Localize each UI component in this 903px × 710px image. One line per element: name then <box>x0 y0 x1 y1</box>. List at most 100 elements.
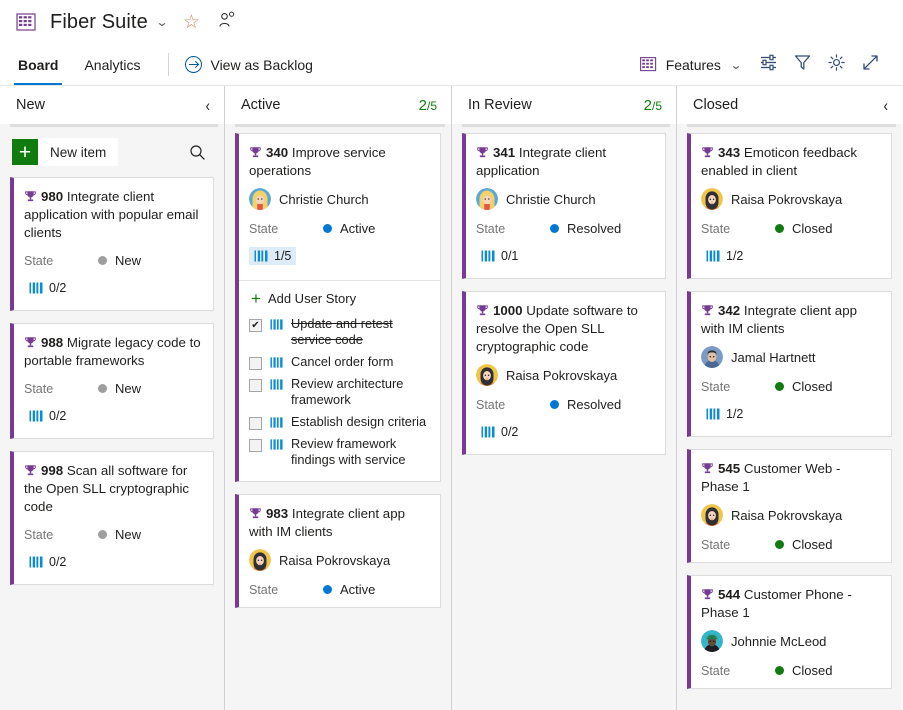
column-title: New <box>16 97 45 113</box>
trophy-icon <box>24 189 37 204</box>
card-title-row: 998 Scan all software for the Open SLL c… <box>24 462 201 516</box>
state-value: Closed <box>792 537 832 552</box>
checklist-checkbox[interactable] <box>249 379 262 392</box>
checklist-checkbox[interactable] <box>249 417 262 430</box>
child-items-badge[interactable]: 1/2 <box>701 247 748 265</box>
tab-analytics-label: Analytics <box>84 57 140 73</box>
column-cards: 340 Improve service operations Christie … <box>225 127 451 710</box>
backlog-level-selector[interactable]: Features ⌄ <box>630 57 751 73</box>
tab-board[interactable]: Board <box>16 44 60 85</box>
trophy-icon <box>701 461 714 476</box>
trophy-icon <box>701 303 714 318</box>
chevron-down-icon[interactable]: ⌄ <box>155 15 168 29</box>
state-value-group: Closed <box>775 221 832 236</box>
avatar <box>701 630 723 652</box>
child-items-badge[interactable]: 0/2 <box>476 423 523 441</box>
checklist-item[interactable]: ✔ Update and retest service code <box>249 313 428 351</box>
card-assignee[interactable]: Jamal Hartnett <box>701 346 879 368</box>
user-story-icon <box>29 281 43 295</box>
board-card[interactable]: 980 Integrate client application with po… <box>10 177 214 311</box>
app-header: Fiber Suite ⌄ ☆ <box>0 0 903 44</box>
state-value: Closed <box>792 663 832 678</box>
card-state-row: State Resolved <box>476 397 653 412</box>
card-assignee[interactable]: Johnnie McLeod <box>701 630 879 652</box>
child-items-badge[interactable]: 1/2 <box>701 405 748 423</box>
card-assignee[interactable]: Raisa Pokrovskaya <box>476 364 653 386</box>
checklist-checkbox[interactable]: ✔ <box>249 319 262 332</box>
state-value: New <box>115 253 141 268</box>
settings-button[interactable] <box>819 48 853 82</box>
add-user-story-button[interactable]: + Add User Story <box>249 281 428 313</box>
board-card[interactable]: 1000 Update software to resolve the Open… <box>462 291 666 455</box>
card-state-row: State Closed <box>701 221 879 236</box>
wip-max: /5 <box>427 99 437 113</box>
state-value: Active <box>340 582 375 597</box>
child-items-count: 0/1 <box>501 249 518 263</box>
view-as-backlog-button[interactable]: View as Backlog <box>185 44 312 85</box>
state-label: State <box>476 398 550 412</box>
user-story-icon <box>706 407 720 421</box>
card-assignee[interactable]: Raisa Pokrovskaya <box>249 549 428 571</box>
chevron-left-icon[interactable]: ‹ <box>206 96 210 115</box>
configure-sliders-button[interactable] <box>751 48 785 82</box>
plus-icon: + <box>251 290 261 307</box>
board-card[interactable]: 341 Integrate client application Christi… <box>462 133 666 279</box>
user-story-icon <box>270 438 283 451</box>
checklist-item-label: Review architecture framework <box>291 376 428 408</box>
checklist-item[interactable]: Establish design criteria <box>249 411 428 433</box>
new-item-button[interactable]: + New item <box>12 138 118 166</box>
checklist-item[interactable]: Cancel order form <box>249 351 428 373</box>
board-card[interactable]: 343 Emoticon feedback enabled in client … <box>687 133 892 279</box>
project-title[interactable]: Fiber Suite <box>50 11 148 34</box>
card-title-row: 341 Integrate client application <box>476 144 653 180</box>
card-assignee[interactable]: Christie Church <box>249 188 428 210</box>
fullscreen-button[interactable] <box>853 48 887 82</box>
grid-icon <box>16 13 38 31</box>
board-card[interactable]: 998 Scan all software for the Open SLL c… <box>10 451 214 585</box>
child-items-badge[interactable]: 1/5 <box>249 247 296 265</box>
chevron-left-icon[interactable]: ‹ <box>884 96 888 115</box>
child-items-badge[interactable]: 0/2 <box>24 279 71 297</box>
checklist-item[interactable]: Review architecture framework <box>249 373 428 411</box>
column-cards: 343 Emoticon feedback enabled in client … <box>677 127 902 710</box>
card-assignee[interactable]: Christie Church <box>476 188 653 210</box>
board-card[interactable]: 545 Customer Web - Phase 1 Raisa Pokrovs… <box>687 449 892 563</box>
state-value: Resolved <box>567 397 621 412</box>
card-id: 1000 <box>493 303 523 318</box>
board-card[interactable]: 342 Integrate client app with IM clients… <box>687 291 892 437</box>
backlog-level-label: Features <box>666 57 721 73</box>
child-items-count: 1/2 <box>726 407 743 421</box>
card-title-row: 343 Emoticon feedback enabled in client <box>701 144 879 180</box>
card-state-row: State Closed <box>701 379 879 394</box>
avatar <box>476 188 498 210</box>
wip-limit: 2 /5 <box>644 97 662 114</box>
user-story-icon <box>270 378 283 391</box>
people-icon[interactable] <box>218 11 236 34</box>
card-assignee[interactable]: Raisa Pokrovskaya <box>701 188 879 210</box>
column-header: New ‹ <box>0 86 224 124</box>
filter-button[interactable] <box>785 48 819 82</box>
state-value: Resolved <box>567 221 621 236</box>
state-value-group: Resolved <box>550 221 621 236</box>
board-card[interactable]: 544 Customer Phone - Phase 1 Johnnie McL… <box>687 575 892 689</box>
board-column-active: Active 2 /5 340 Improve service operatio… <box>225 86 452 710</box>
checklist-checkbox[interactable] <box>249 357 262 370</box>
wip-max: /5 <box>652 99 662 113</box>
child-items-badge[interactable]: 0/2 <box>24 553 71 571</box>
search-icon[interactable] <box>189 144 206 161</box>
board-card[interactable]: 340 Improve service operations Christie … <box>235 133 441 482</box>
board-card[interactable]: 988 Migrate legacy code to portable fram… <box>10 323 214 439</box>
child-items-badge[interactable]: 0/2 <box>24 407 71 425</box>
tab-analytics[interactable]: Analytics <box>82 44 142 85</box>
assignee-name: Raisa Pokrovskaya <box>506 368 617 383</box>
board-card[interactable]: 983 Integrate client app with IM clients… <box>235 494 441 608</box>
checklist-checkbox[interactable] <box>249 439 262 452</box>
view-as-backlog-label: View as Backlog <box>210 57 312 73</box>
star-icon[interactable]: ☆ <box>183 13 200 32</box>
checklist-item[interactable]: Review framework findings with service <box>249 433 428 471</box>
card-id: 342 <box>718 303 740 318</box>
card-assignee[interactable]: Raisa Pokrovskaya <box>701 504 879 526</box>
child-items-badge[interactable]: 0/1 <box>476 247 523 265</box>
card-id: 343 <box>718 145 740 160</box>
state-value-group: Active <box>323 221 375 236</box>
